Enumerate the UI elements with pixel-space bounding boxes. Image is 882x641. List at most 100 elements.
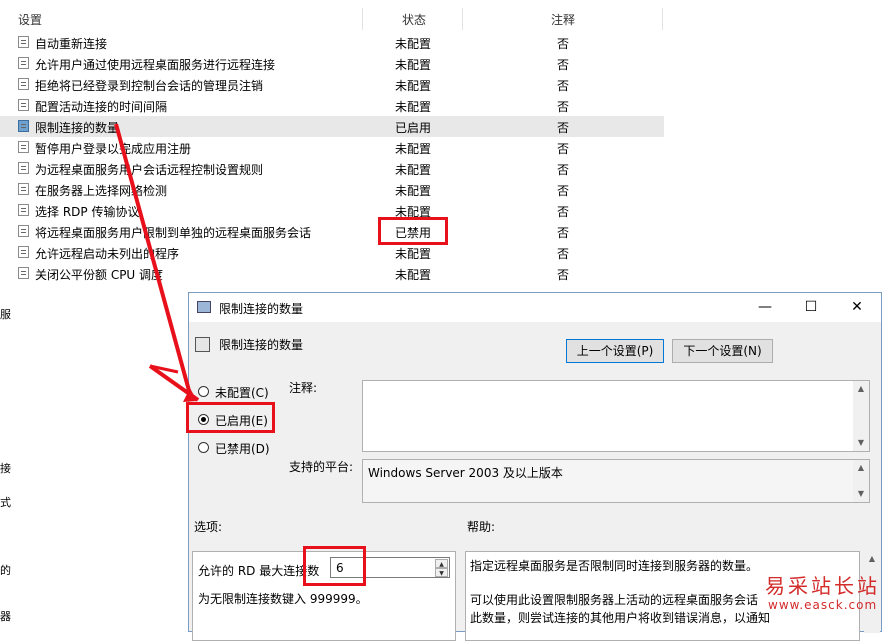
minimize-icon[interactable]: — [742, 293, 788, 322]
platform-field: Windows Server 2003 及以上版本 ▲ ▼ [362, 459, 870, 503]
table-row[interactable]: 允许远程启动未列出的程序 未配置 否 [0, 242, 664, 263]
policy-setting-icon [18, 246, 29, 258]
column-header-setting[interactable]: 设置 [18, 11, 42, 28]
table-row[interactable]: 为远程桌面服务用户会话远程控制设置规则 未配置 否 [0, 158, 664, 179]
platform-scrollbar[interactable]: ▲ ▼ [853, 460, 869, 502]
setting-state: 未配置 [395, 268, 432, 282]
setting-comment: 否 [557, 247, 570, 261]
setting-name: 配置活动连接的时间间隔 [35, 100, 168, 114]
table-row[interactable]: 关闭公平份额 CPU 调度 未配置 否 [0, 263, 664, 284]
arrow-line [149, 364, 179, 374]
policy-setting-icon [18, 225, 29, 237]
comment-scrollbar[interactable]: ▲ ▼ [853, 381, 869, 451]
policy-list-header: 设置 状态 注释 [0, 8, 664, 30]
policy-setting-icon [18, 162, 29, 174]
column-divider[interactable] [462, 8, 463, 30]
setting-state: 未配置 [395, 184, 432, 198]
highlight-disabled-state [378, 217, 448, 245]
setting-state: 未配置 [395, 142, 432, 156]
table-row[interactable]: 配置活动连接的时间间隔 未配置 否 [0, 95, 664, 116]
policy-icon [197, 301, 211, 313]
scroll-up-icon[interactable]: ▲ [853, 460, 869, 476]
setting-name: 为远程桌面服务用户会话远程控制设置规则 [35, 163, 264, 177]
platform-value: Windows Server 2003 及以上版本 [368, 466, 563, 480]
spin-down-icon[interactable]: ▼ [435, 568, 448, 577]
setting-comment: 否 [557, 184, 570, 198]
policy-setting-icon [18, 99, 29, 111]
edge-fragment: 式 [0, 496, 11, 509]
setting-comment: 否 [557, 58, 570, 72]
help-line: 此数量，则尝试连接的其他用户将收到错误消息，以通知 [470, 611, 771, 625]
edge-fragment: 服 [0, 308, 11, 321]
radio-label[interactable]: 已禁用(D) [215, 440, 270, 457]
next-setting-button[interactable]: 下一个设置(N) [672, 339, 773, 363]
setting-title: 限制连接的数量 [219, 338, 304, 352]
setting-comment: 否 [557, 142, 570, 156]
table-row[interactable]: 允许用户通过使用远程桌面服务进行远程连接 未配置 否 [0, 53, 664, 74]
spin-up-icon[interactable]: ▲ [435, 559, 448, 568]
setting-name: 限制连接的数量 [35, 121, 120, 135]
table-row[interactable]: 将远程桌面服务用户限制到单独的远程桌面服务会话 已禁用否 [0, 221, 664, 242]
setting-comment: 否 [557, 37, 570, 51]
edge-fragment: 接 [0, 462, 11, 475]
policy-setting-icon [18, 57, 29, 69]
watermark-url: www.easck.com [768, 598, 878, 612]
setting-name: 自动重新连接 [35, 37, 108, 51]
table-row[interactable]: 自动重新连接 未配置 否 [0, 32, 664, 53]
policy-setting-icon [18, 204, 29, 216]
setting-comment: 否 [557, 163, 570, 177]
highlight-enabled-radio [186, 402, 275, 433]
table-row[interactable]: 限制连接的数量 已启用 否 [0, 116, 664, 137]
comment-label: 注释: [289, 381, 318, 395]
unlimited-hint: 为无限制连接数键入 999999。 [198, 592, 368, 606]
close-icon[interactable]: ✕ [834, 293, 880, 322]
setting-comment: 否 [557, 79, 570, 93]
scroll-up-icon[interactable]: ▲ [864, 551, 880, 567]
watermark-logo-text: 易采站长站 [765, 574, 880, 598]
setting-state: 未配置 [395, 37, 432, 51]
platform-label: 支持的平台: [289, 460, 354, 474]
setting-comment: 否 [557, 121, 570, 135]
dialog-title: 限制连接的数量 [219, 302, 304, 316]
scroll-up-icon[interactable]: ▲ [853, 381, 869, 397]
setting-name: 在服务器上选择网络检测 [35, 184, 168, 198]
title-bar[interactable]: 限制连接的数量 — ☐ ✕ [189, 293, 881, 322]
help-line: 指定远程桌面服务是否限制同时连接到服务器的数量。 [470, 559, 759, 573]
policy-setting-icon [195, 337, 210, 352]
setting-name: 允许远程启动未列出的程序 [35, 247, 180, 261]
policy-setting-icon [18, 183, 29, 195]
policy-setting-icon [18, 36, 29, 48]
max-connections-label: 允许的 RD 最大连接数 [198, 564, 320, 578]
help-line: 可以使用此设置限制服务器上活动的远程桌面服务会话 [470, 593, 759, 607]
column-divider[interactable] [662, 8, 663, 30]
setting-comment: 否 [557, 205, 570, 219]
policy-setting-icon [18, 267, 29, 279]
table-row[interactable]: 拒绝将已经登录到控制台会话的管理员注销 未配置 否 [0, 74, 664, 95]
scroll-down-icon[interactable]: ▼ [853, 435, 869, 451]
setting-state: 未配置 [395, 58, 432, 72]
setting-name: 暂停用户登录以完成应用注册 [35, 142, 192, 156]
table-row[interactable]: 暂停用户登录以完成应用注册 未配置 否 [0, 137, 664, 158]
maximize-icon[interactable]: ☐ [788, 293, 834, 322]
policy-setting-icon [18, 120, 29, 132]
policy-setting-icon [18, 141, 29, 153]
setting-comment: 否 [557, 226, 570, 240]
highlight-max-connections [303, 546, 366, 586]
setting-state: 未配置 [395, 247, 432, 261]
comment-field[interactable]: ▲ ▼ [362, 380, 870, 452]
setting-state: 未配置 [395, 100, 432, 114]
table-row[interactable]: 在服务器上选择网络检测 未配置 否 [0, 179, 664, 200]
setting-state: 已启用 [395, 121, 432, 135]
radio-circle[interactable] [198, 442, 209, 453]
column-header-state[interactable]: 状态 [402, 11, 426, 28]
column-divider[interactable] [362, 8, 363, 30]
table-row[interactable]: 选择 RDP 传输协议 未配置否 [0, 200, 664, 221]
column-header-comment[interactable]: 注释 [551, 11, 575, 28]
previous-setting-button[interactable]: 上一个设置(P) [566, 339, 664, 363]
setting-state: 未配置 [395, 79, 432, 93]
radio-label[interactable]: 未配置(C) [215, 384, 269, 401]
scroll-down-icon[interactable]: ▼ [853, 486, 869, 502]
edge-fragment: 的 [0, 564, 11, 577]
radio-circle[interactable] [198, 386, 209, 397]
policy-list: 自动重新连接 未配置否允许用户通过使用远程桌面服务进行远程连接 未配置否拒绝将已经登… [0, 32, 664, 284]
